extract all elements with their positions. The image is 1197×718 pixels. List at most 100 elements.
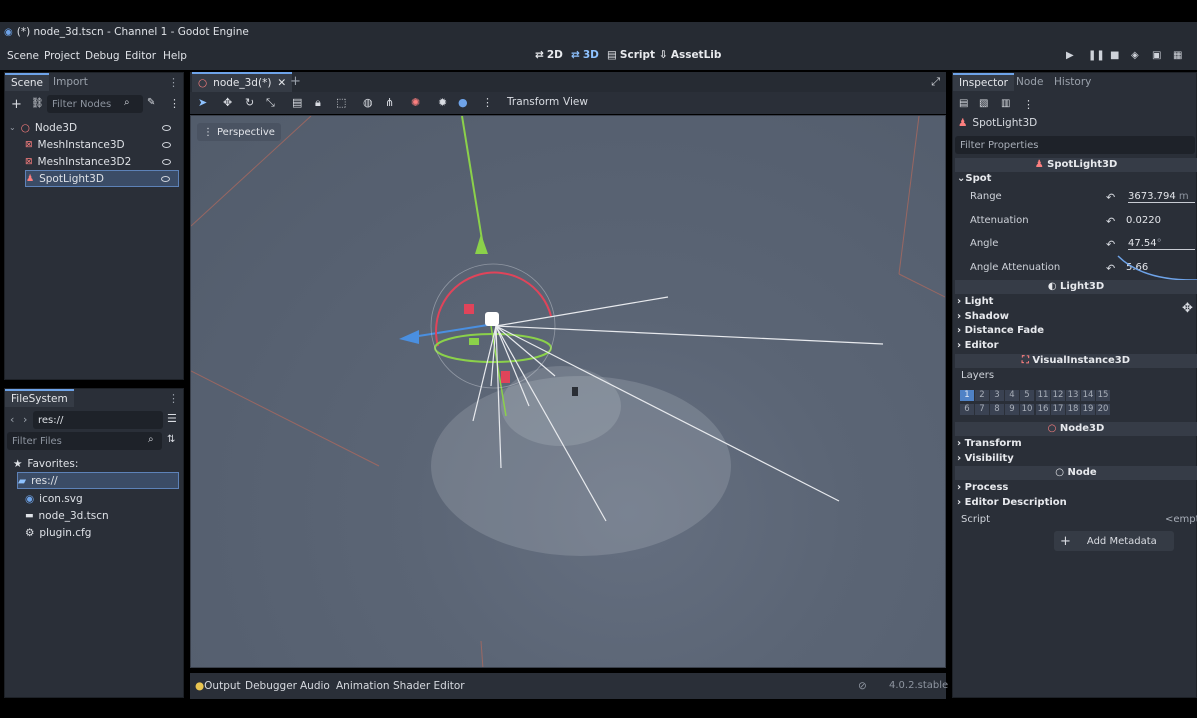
menu-project[interactable]: Project bbox=[44, 50, 80, 62]
revert-icon[interactable]: ↶ bbox=[1106, 238, 1115, 251]
layer-cell[interactable]: 8 bbox=[990, 404, 1004, 415]
rotate-tool-icon[interactable]: ↻ bbox=[245, 96, 254, 109]
tree-item-meshinstance3d[interactable]: ⊠ MeshInstance3D bbox=[25, 136, 179, 153]
debugger-tab[interactable]: Debugger bbox=[245, 680, 297, 692]
favorites-item[interactable]: ★ Favorites: bbox=[13, 455, 78, 472]
mesh-object[interactable] bbox=[572, 387, 578, 396]
more-icon[interactable]: ⋮ bbox=[1023, 98, 1034, 111]
dock-menu-icon[interactable]: ⋮ bbox=[168, 392, 179, 405]
tab-inspector[interactable]: Inspector bbox=[953, 73, 1014, 91]
layer-cell[interactable]: 12 bbox=[1051, 390, 1065, 401]
output-tab[interactable]: ●Output bbox=[195, 680, 241, 692]
preview-sun-icon[interactable]: ✺ bbox=[411, 96, 420, 109]
layer-cell[interactable]: 20 bbox=[1096, 404, 1110, 415]
z-axis-arrow-icon[interactable] bbox=[399, 330, 419, 344]
layer-cell[interactable]: 14 bbox=[1081, 390, 1095, 401]
tab-import[interactable]: Import bbox=[47, 73, 94, 91]
audio-tab[interactable]: Audio bbox=[300, 680, 330, 692]
tab-filesystem[interactable]: FileSystem bbox=[5, 389, 74, 407]
move-tool-icon[interactable]: ✥ bbox=[223, 96, 232, 109]
distraction-free-icon[interactable]: ⤢ bbox=[931, 75, 940, 89]
layer-cell[interactable]: 17 bbox=[1051, 404, 1065, 415]
dock-menu-icon[interactable]: ⋮ bbox=[168, 76, 179, 89]
plane-handle-yz[interactable] bbox=[501, 371, 510, 383]
sort-icon[interactable]: ⇅ bbox=[167, 434, 175, 445]
attach-script-icon[interactable]: ✎ bbox=[147, 97, 155, 108]
layer-cell[interactable]: 7 bbox=[975, 404, 989, 415]
back-icon[interactable]: ‹ bbox=[10, 413, 14, 426]
menu-debug[interactable]: Debug bbox=[85, 50, 120, 62]
new-resource-icon[interactable]: ▤ bbox=[959, 98, 968, 109]
tree-item-spotlight3d[interactable]: ♟ SpotLight3D bbox=[25, 170, 179, 187]
group-transform[interactable]: › Transform bbox=[957, 438, 1022, 449]
layer-cell[interactable]: 4 bbox=[1005, 390, 1019, 401]
play-scene-icon[interactable]: ▣ bbox=[1152, 50, 1161, 61]
lock-icon[interactable]: 🔒︎ bbox=[315, 96, 321, 110]
layer-cell[interactable]: 3 bbox=[990, 390, 1004, 401]
menu-help[interactable]: Help bbox=[163, 50, 187, 62]
split-mode-icon[interactable]: ☰ bbox=[167, 412, 177, 425]
play-icon[interactable]: ▶ bbox=[1066, 50, 1074, 61]
scale-tool-icon[interactable]: ⤡ bbox=[266, 96, 275, 110]
animation-tab[interactable]: Animation bbox=[336, 680, 390, 692]
visibility-eye-icon[interactable] bbox=[162, 124, 171, 131]
workspace-3d[interactable]: ⇄ 3D bbox=[571, 49, 599, 61]
y-axis-arrow-icon[interactable] bbox=[475, 234, 488, 254]
perspective-button[interactable]: ⋮ Perspective bbox=[197, 123, 281, 141]
layer-cell[interactable]: 9 bbox=[1005, 404, 1019, 415]
plane-handle-xz[interactable] bbox=[469, 338, 479, 345]
file-plugin-cfg[interactable]: ⚙ plugin.cfg bbox=[25, 524, 91, 541]
layer-cell[interactable]: 5 bbox=[1020, 390, 1034, 401]
layer-cell[interactable]: 15 bbox=[1096, 390, 1110, 401]
environment-icon[interactable]: ● bbox=[458, 96, 468, 109]
plane-handle-xy[interactable] bbox=[464, 304, 474, 314]
layer-cell[interactable]: 2 bbox=[975, 390, 989, 401]
visibility-eye-icon[interactable] bbox=[162, 141, 171, 148]
range-field[interactable]: 3673.794 m bbox=[1128, 191, 1195, 203]
filter-files-input[interactable]: Filter Files bbox=[7, 432, 162, 450]
group-visibility[interactable]: › Visibility bbox=[957, 453, 1014, 464]
group-distance-fade[interactable]: › Distance Fade bbox=[957, 325, 1044, 336]
stop-icon[interactable]: ■ bbox=[1110, 50, 1119, 61]
visibility-eye-icon[interactable] bbox=[161, 175, 170, 182]
group-editor[interactable]: › Editor bbox=[957, 340, 999, 351]
folder-res[interactable]: ▰ res:// bbox=[17, 472, 179, 489]
save-resource-icon[interactable]: ▥ bbox=[1001, 98, 1010, 109]
tab-node[interactable]: Node bbox=[1010, 73, 1049, 91]
layer-cell[interactable]: 18 bbox=[1066, 404, 1080, 415]
spotlight-gizmo-icon[interactable] bbox=[485, 312, 499, 326]
shader-editor-tab[interactable]: Shader Editor bbox=[393, 680, 465, 692]
script-value[interactable]: <empty> bbox=[1165, 514, 1197, 525]
select-tool-icon[interactable]: ➤ bbox=[198, 96, 207, 109]
link-icon[interactable]: ⛓ bbox=[31, 98, 44, 109]
visibility-eye-icon[interactable] bbox=[162, 158, 171, 165]
new-scene-tab-icon[interactable]: + bbox=[290, 74, 301, 89]
layer-cell[interactable]: 13 bbox=[1066, 390, 1080, 401]
group-light[interactable]: › Light bbox=[957, 296, 993, 307]
forward-icon[interactable]: › bbox=[23, 413, 27, 426]
angle-field[interactable]: 47.54° bbox=[1128, 238, 1195, 250]
add-node-icon[interactable]: + bbox=[11, 97, 22, 112]
add-metadata-button[interactable]: + Add Metadata bbox=[1054, 531, 1174, 551]
tree-item-node3d[interactable]: ⌄ ○ Node3D bbox=[9, 119, 179, 136]
pause-icon[interactable]: ❚❚ bbox=[1088, 50, 1105, 61]
view-menu[interactable]: View bbox=[563, 96, 588, 108]
group-icon[interactable]: ⬚ bbox=[336, 96, 346, 109]
close-icon[interactable]: ✕ bbox=[277, 77, 286, 89]
menu-scene[interactable]: Scene bbox=[7, 50, 39, 62]
layer-cell[interactable]: 10 bbox=[1020, 404, 1034, 415]
layer-cell[interactable]: 11 bbox=[1036, 390, 1050, 401]
layer-cell[interactable]: 1 bbox=[960, 390, 974, 401]
file-icon-svg[interactable]: ◉ icon.svg bbox=[25, 490, 83, 507]
selected-object[interactable]: ♟ SpotLight3D bbox=[958, 117, 1037, 129]
group-spot[interactable]: ⌄Spot bbox=[957, 173, 991, 184]
list-select-icon[interactable]: ▤ bbox=[292, 96, 302, 109]
layer-cell[interactable]: 16 bbox=[1036, 404, 1050, 415]
transform-menu[interactable]: Transform bbox=[507, 96, 559, 108]
group-shadow[interactable]: › Shadow bbox=[957, 311, 1009, 322]
play-custom-icon[interactable]: ▦ bbox=[1173, 50, 1182, 61]
tree-item-meshinstance3d2[interactable]: ⊠ MeshInstance3D2 bbox=[25, 153, 179, 170]
revert-icon[interactable]: ↶ bbox=[1106, 215, 1115, 228]
snap-icon[interactable]: ⋔ bbox=[385, 96, 394, 109]
workspace-assetlib[interactable]: ⇩ AssetLib bbox=[659, 49, 721, 61]
